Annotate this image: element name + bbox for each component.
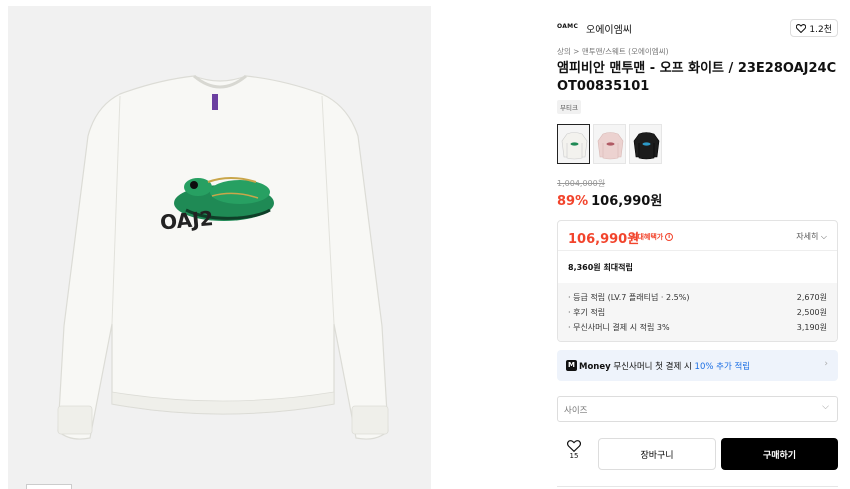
money-icon: M xyxy=(566,360,577,371)
sweater-thumb-icon xyxy=(597,132,624,160)
sweater-thumb-icon xyxy=(633,132,660,160)
brand-logo[interactable]: OAMC xyxy=(557,23,578,30)
money-banner-text: Money 무신사머니 첫 결제 시 10% 추가 적립 xyxy=(579,362,751,372)
chevron-down-icon: ⌵ xyxy=(822,402,829,412)
color-option-pink[interactable] xyxy=(593,124,626,164)
divider xyxy=(557,486,838,487)
sale-price-row: 89% 106,990원 xyxy=(557,190,662,209)
color-option-black[interactable] xyxy=(629,124,662,164)
discount-rate: 89% xyxy=(557,194,589,209)
brand-row: OAMC 오에이엠씨 1.2천 xyxy=(557,16,838,40)
brand-like-button[interactable]: 1.2천 xyxy=(790,19,838,37)
benefit-box: 106,990원 최대혜택가 i 자세히 ⌵ 8,360원 최대적립 · 등급 적… xyxy=(557,220,838,342)
points-list: · 등급 적립 (LV.7 플래티넘 · 2.5%) 2,670원 · 후기 적립… xyxy=(558,283,837,341)
original-price: 1,004,000원 xyxy=(557,179,606,188)
sweater-thumb-icon xyxy=(561,132,588,160)
wishlist-count: 15 xyxy=(569,452,579,460)
svg-text:OAJ2: OAJ2 xyxy=(159,206,214,235)
benefit-detail-toggle[interactable]: 자세히 ⌵ xyxy=(796,231,827,242)
chevron-down-icon: ⌵ xyxy=(820,232,827,241)
heart-icon xyxy=(567,440,581,452)
product-title: 앰피비안 맨투맨 - 오프 화이트 / 23E28OAJ24COT0083510… xyxy=(557,61,837,94)
product-image-gallery[interactable]: OAJ2 xyxy=(8,6,431,489)
brand-like-count: 1.2천 xyxy=(809,24,832,35)
size-select-placeholder: 사이즈 xyxy=(564,406,588,416)
chevron-right-icon: › xyxy=(824,359,828,369)
thumbnail-strip[interactable] xyxy=(26,484,72,489)
size-select[interactable]: 사이즈 ⌵ xyxy=(557,396,838,422)
points-row: · 후기 적립 2,500원 xyxy=(568,308,827,317)
color-options xyxy=(557,124,662,164)
color-option-off-white[interactable] xyxy=(557,124,590,164)
points-row: · 무신사머니 결제 시 적립 3% 3,190원 xyxy=(568,323,827,332)
sale-price: 106,990원 xyxy=(591,194,663,209)
add-to-cart-button[interactable]: 장바구니 xyxy=(598,438,716,470)
max-benefit-label: 최대혜택가 i xyxy=(631,232,674,242)
wishlist-button[interactable]: 15 xyxy=(563,438,585,460)
benefit-price: 106,990원 xyxy=(568,232,640,247)
max-points: 8,360원 최대적립 xyxy=(568,263,633,272)
buy-now-button[interactable]: 구매하기 xyxy=(721,438,838,470)
breadcrumb[interactable]: 상의 > 맨투맨/스웨트 (오에이엠씨) xyxy=(557,46,669,57)
benefit-header[interactable]: 106,990원 최대혜택가 i 자세히 ⌵ xyxy=(558,221,837,251)
product-tag: 부티크 xyxy=(557,100,581,114)
action-row: 15 장바구니 구매하기 xyxy=(557,438,838,470)
info-icon[interactable]: i xyxy=(665,233,674,241)
points-row: · 등급 적립 (LV.7 플래티넘 · 2.5%) 2,670원 xyxy=(568,293,827,302)
product-image: OAJ2 xyxy=(8,6,431,489)
heart-icon xyxy=(796,23,807,33)
musinsa-money-banner[interactable]: M Money 무신사머니 첫 결제 시 10% 추가 적립 › xyxy=(557,350,838,381)
brand-name[interactable]: 오에이엠씨 xyxy=(586,21,632,36)
